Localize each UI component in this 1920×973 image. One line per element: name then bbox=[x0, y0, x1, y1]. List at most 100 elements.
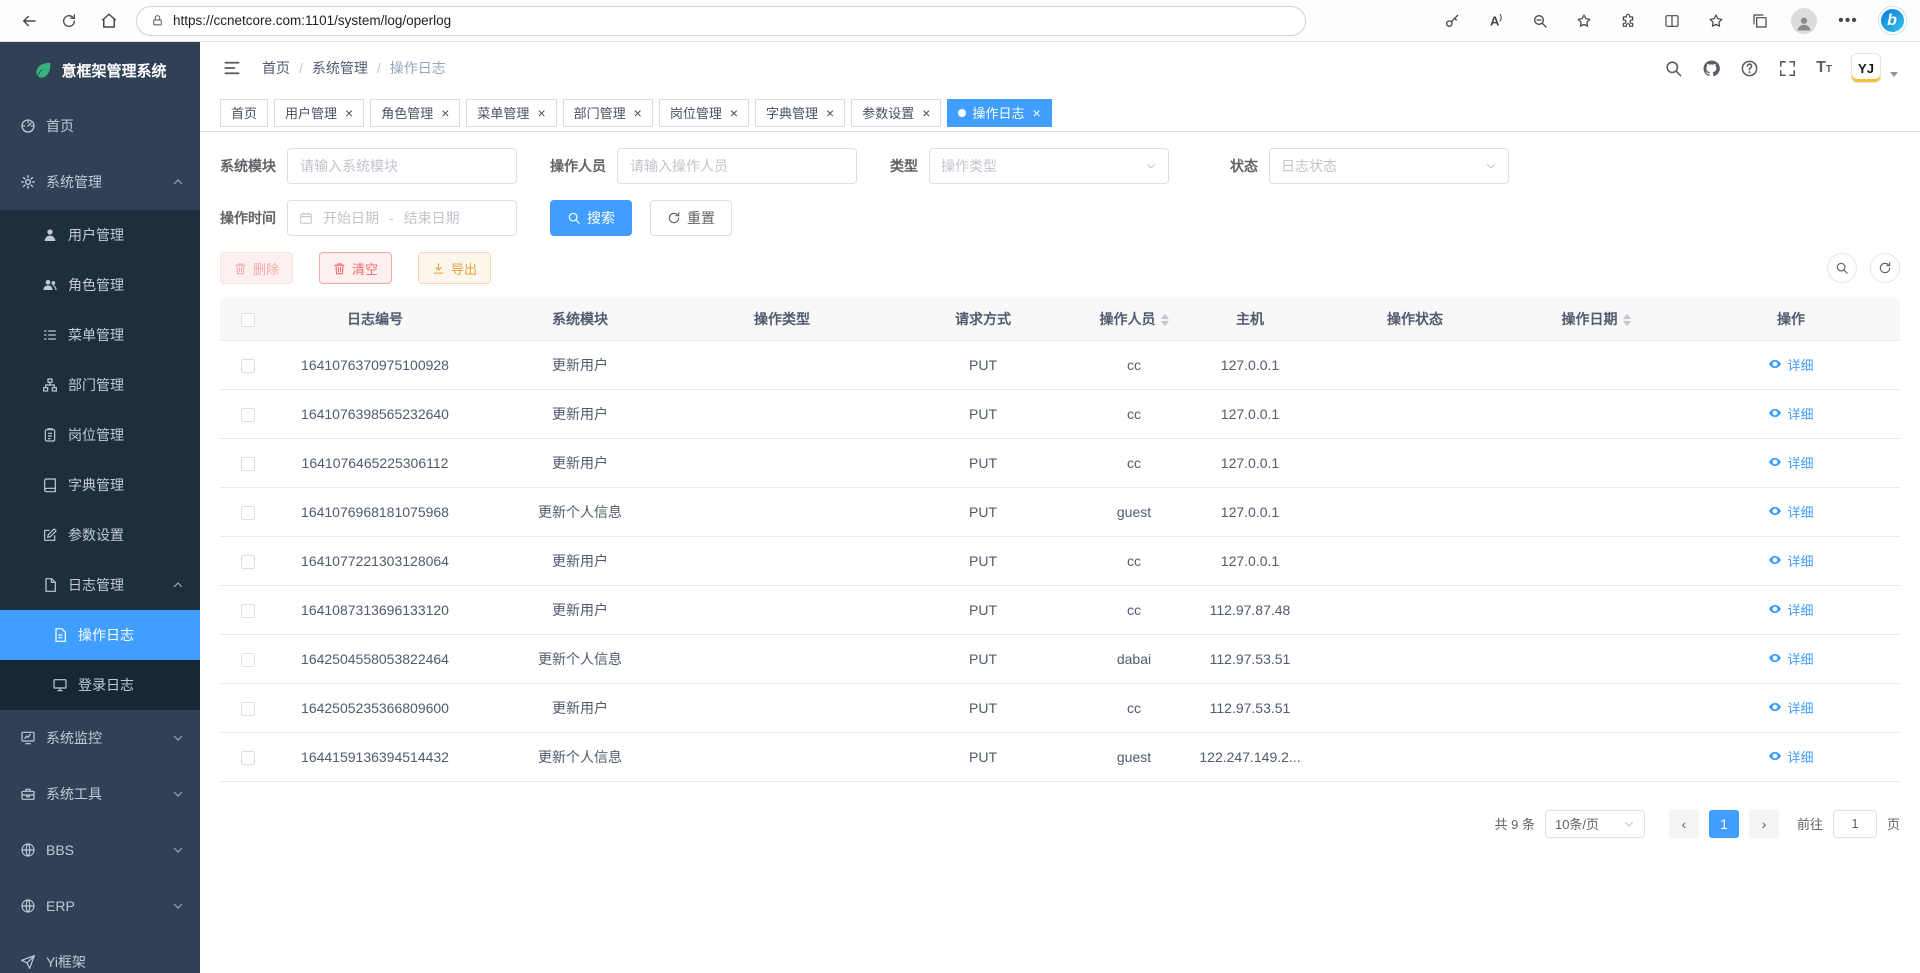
tab-oper-log[interactable]: 操作日志× bbox=[947, 99, 1051, 127]
breadcrumb-item[interactable]: 首页 bbox=[262, 58, 290, 78]
type-select[interactable]: 操作类型 bbox=[929, 148, 1169, 184]
browser-refresh-button[interactable] bbox=[50, 4, 88, 38]
sidebar-item-system-mgmt[interactable]: 系统管理 bbox=[0, 154, 200, 210]
row-checkbox[interactable] bbox=[241, 457, 255, 471]
breadcrumb-item[interactable]: 系统管理 bbox=[312, 58, 368, 78]
detail-link[interactable]: 详细 bbox=[1768, 649, 1813, 668]
row-checkbox[interactable] bbox=[241, 408, 255, 422]
sidebar-item-user-mgmt[interactable]: 用户管理 bbox=[0, 210, 200, 260]
sidebar-item-bbs[interactable]: BBS bbox=[0, 822, 200, 878]
browser-menu-button[interactable]: ••• bbox=[1830, 4, 1866, 38]
sidebar-item-log-mgmt[interactable]: 日志管理 bbox=[0, 560, 200, 610]
tab-user-mgmt[interactable]: 用户管理× bbox=[274, 99, 364, 127]
header-search-icon[interactable] bbox=[1664, 59, 1683, 78]
next-page-button[interactable]: › bbox=[1749, 810, 1779, 838]
sort-icon[interactable] bbox=[1623, 314, 1631, 326]
toggle-search-button[interactable] bbox=[1827, 253, 1857, 283]
sidebar-item-yi-framework[interactable]: Yi框架 bbox=[0, 934, 200, 973]
sidebar-item-sys-monitor[interactable]: 系统监控 bbox=[0, 710, 200, 766]
export-button[interactable]: 导出 bbox=[418, 252, 491, 284]
collections-button[interactable] bbox=[1742, 4, 1778, 38]
detail-link[interactable]: 详细 bbox=[1768, 355, 1813, 374]
tab-close-icon[interactable]: × bbox=[730, 106, 738, 120]
user-avatar[interactable]: YJ bbox=[1851, 53, 1881, 83]
row-checkbox[interactable] bbox=[241, 359, 255, 373]
add-favorite-button[interactable] bbox=[1566, 4, 1602, 38]
bing-sidebar-button[interactable]: b bbox=[1874, 4, 1910, 38]
sidebar-item-param-settings[interactable]: 参数设置 bbox=[0, 510, 200, 560]
browser-back-button[interactable] bbox=[10, 4, 48, 38]
row-checkbox[interactable] bbox=[241, 702, 255, 716]
favorites-button[interactable] bbox=[1698, 4, 1734, 38]
date-range-picker[interactable]: 开始日期 - 结束日期 bbox=[287, 200, 517, 236]
row-checkbox[interactable] bbox=[241, 506, 255, 520]
module-input[interactable] bbox=[287, 148, 517, 184]
tab-close-icon[interactable]: × bbox=[537, 106, 545, 120]
tab-menu-mgmt[interactable]: 菜单管理× bbox=[466, 99, 556, 127]
tab-role-mgmt[interactable]: 角色管理× bbox=[370, 99, 460, 127]
tab-home[interactable]: 首页 bbox=[220, 99, 268, 127]
row-checkbox[interactable] bbox=[241, 555, 255, 569]
page-size-select[interactable]: 10条/页 bbox=[1545, 810, 1645, 838]
row-checkbox[interactable] bbox=[241, 653, 255, 667]
status-select[interactable]: 日志状态 bbox=[1269, 148, 1509, 184]
refresh-table-button[interactable] bbox=[1870, 253, 1900, 283]
delete-button[interactable]: 删除 bbox=[220, 252, 293, 284]
github-icon[interactable] bbox=[1702, 59, 1721, 78]
tab-close-icon[interactable]: × bbox=[634, 106, 642, 120]
passwords-button[interactable] bbox=[1434, 4, 1470, 38]
tab-dict-mgmt[interactable]: 字典管理× bbox=[755, 99, 845, 127]
sidebar-item-dept-mgmt[interactable]: 部门管理 bbox=[0, 360, 200, 410]
sidebar-item-login-log[interactable]: 登录日志 bbox=[0, 660, 200, 710]
sidebar-item-dict-mgmt[interactable]: 字典管理 bbox=[0, 460, 200, 510]
tab-post-mgmt[interactable]: 岗位管理× bbox=[659, 99, 749, 127]
goto-page-input[interactable] bbox=[1833, 810, 1877, 838]
tab-close-icon[interactable]: × bbox=[441, 106, 449, 120]
collapse-sidebar-icon[interactable] bbox=[222, 58, 242, 78]
extensions-button[interactable] bbox=[1610, 4, 1646, 38]
tab-dept-mgmt[interactable]: 部门管理× bbox=[563, 99, 653, 127]
prev-page-button[interactable]: ‹ bbox=[1669, 810, 1699, 838]
help-icon[interactable] bbox=[1740, 59, 1759, 78]
tab-param-settings[interactable]: 参数设置× bbox=[851, 99, 941, 127]
search-button[interactable]: 搜索 bbox=[550, 200, 632, 236]
sidebar-item-erp[interactable]: ERP bbox=[0, 878, 200, 934]
split-screen-button[interactable] bbox=[1654, 4, 1690, 38]
browser-home-button[interactable] bbox=[90, 4, 128, 38]
reset-button[interactable]: 重置 bbox=[650, 200, 732, 236]
sidebar-item-home[interactable]: 首页 bbox=[0, 98, 200, 154]
tab-close-icon[interactable]: × bbox=[826, 106, 834, 120]
sort-icon[interactable] bbox=[1161, 314, 1169, 326]
detail-link[interactable]: 详细 bbox=[1768, 551, 1813, 570]
sidebar-item-sys-tools[interactable]: 系统工具 bbox=[0, 766, 200, 822]
row-checkbox[interactable] bbox=[241, 604, 255, 618]
clear-button[interactable]: 清空 bbox=[319, 252, 392, 284]
detail-link[interactable]: 详细 bbox=[1768, 453, 1813, 472]
sidebar-item-role-mgmt[interactable]: 角色管理 bbox=[0, 260, 200, 310]
avatar-dropdown-caret-icon[interactable] bbox=[1890, 72, 1898, 77]
sidebar-item-menu-mgmt[interactable]: 菜单管理 bbox=[0, 310, 200, 360]
tab-close-icon[interactable]: × bbox=[1032, 106, 1040, 120]
app-logo[interactable]: 意框架管理系统 bbox=[0, 42, 200, 98]
column-header[interactable]: 操作人员 bbox=[1088, 298, 1180, 340]
address-bar[interactable]: https://ccnetcore.com:1101/system/log/op… bbox=[136, 6, 1306, 36]
detail-link[interactable]: 详细 bbox=[1768, 600, 1813, 619]
tab-close-icon[interactable]: × bbox=[922, 106, 930, 120]
font-size-icon[interactable]: TT bbox=[1816, 60, 1832, 76]
select-all-checkbox[interactable] bbox=[241, 313, 255, 327]
browser-profile-button[interactable] bbox=[1786, 4, 1822, 38]
tab-close-icon[interactable]: × bbox=[345, 106, 353, 120]
page-number-1[interactable]: 1 bbox=[1709, 810, 1739, 838]
column-header[interactable]: 操作日期 bbox=[1510, 298, 1682, 340]
operator-input[interactable] bbox=[617, 148, 857, 184]
sidebar-item-oper-log[interactable]: 操作日志 bbox=[0, 610, 200, 660]
read-aloud-button[interactable]: A) bbox=[1478, 4, 1514, 38]
sidebar-item-post-mgmt[interactable]: 岗位管理 bbox=[0, 410, 200, 460]
zoom-out-button[interactable] bbox=[1522, 4, 1558, 38]
detail-link[interactable]: 详细 bbox=[1768, 698, 1813, 717]
row-checkbox[interactable] bbox=[241, 751, 255, 765]
detail-link[interactable]: 详细 bbox=[1768, 502, 1813, 521]
fullscreen-icon[interactable] bbox=[1778, 59, 1797, 78]
detail-link[interactable]: 详细 bbox=[1768, 747, 1813, 766]
detail-link[interactable]: 详细 bbox=[1768, 404, 1813, 423]
